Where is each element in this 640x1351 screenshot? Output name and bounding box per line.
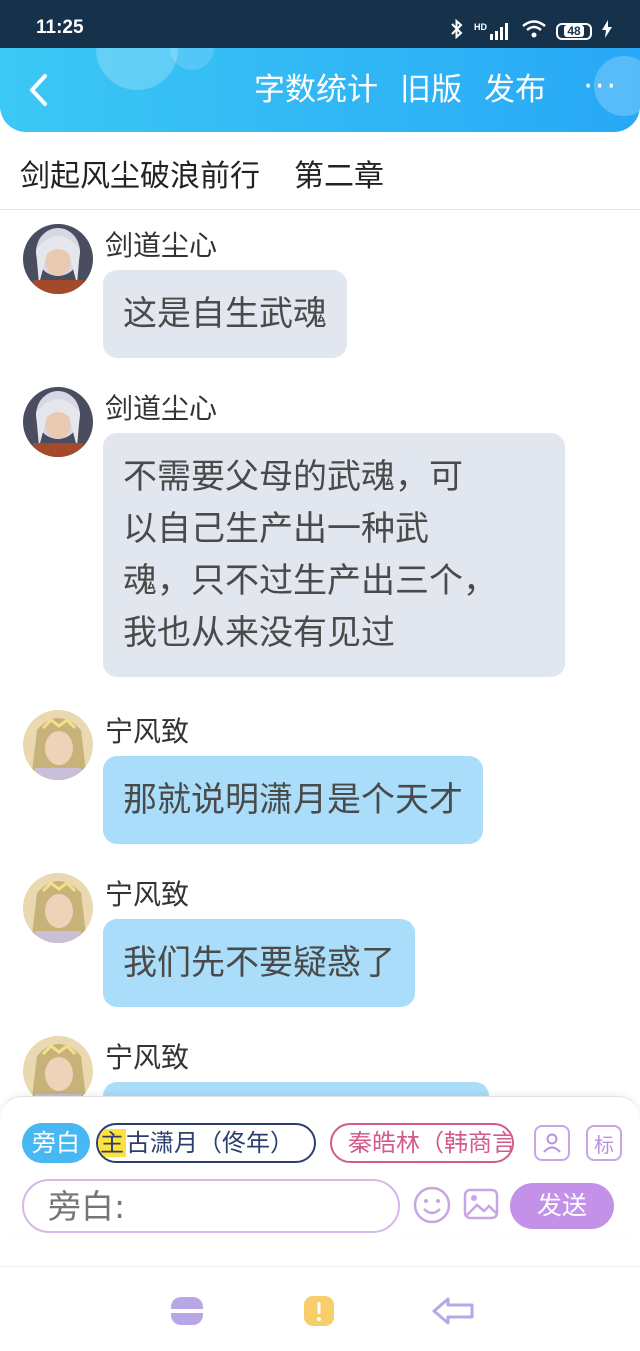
sender-name: 宁风致	[105, 878, 190, 911]
word-count-button[interactable]: 字数统计	[254, 70, 378, 110]
main-role-name: 古潇月（佟年）	[126, 1129, 294, 1157]
menu-icon[interactable]	[169, 1293, 205, 1329]
crowned-avatar-icon	[23, 873, 93, 943]
compose-panel: 旁白 主古潇月（佟年） 秦皓林（韩商言） 标 发送	[0, 1096, 640, 1236]
sender-name: 宁风致	[105, 1041, 190, 1074]
header-actions: 字数统计 旧版 发布	[254, 70, 546, 110]
silver-haired-avatar-icon	[23, 224, 93, 294]
avatar[interactable]	[23, 873, 93, 943]
avatar[interactable]	[23, 1036, 93, 1096]
other-role-chip[interactable]: 秦皓林（韩商言）	[330, 1123, 514, 1163]
sender-name: 剑道尘心	[105, 229, 218, 262]
avatar[interactable]	[23, 387, 93, 457]
alert-icon[interactable]	[301, 1293, 337, 1329]
message-bubble[interactable]: 不需要父母的武魂，可 以自己生产出一种武 魂，只不过生产出三个， 我也从来没有见…	[103, 433, 565, 677]
message-bubble[interactable]	[103, 1082, 489, 1096]
silver-haired-avatar-icon	[23, 387, 93, 457]
book-title: 剑起风尘破浪前行	[20, 159, 260, 194]
message-bubble[interactable]: 那就说明潇月是个天才	[103, 756, 483, 844]
bluetooth-icon	[450, 18, 464, 43]
chat-list[interactable]: 剑道尘心 这是自生武魂 剑道尘心 不需要父母的武魂，可 以自己生产出一种武 魂，…	[0, 211, 640, 1096]
chevron-left-icon	[30, 74, 47, 106]
message-bubble[interactable]: 这是自生武魂	[103, 270, 347, 358]
signal-icon: HD	[474, 22, 512, 40]
publish-button[interactable]: 发布	[484, 70, 546, 110]
sender-name: 宁风致	[105, 715, 190, 748]
sender-name: 剑道尘心	[105, 392, 218, 425]
emoji-icon[interactable]	[412, 1185, 452, 1225]
status-time: 11:25	[36, 17, 84, 38]
title-bar: 剑起风尘破浪前行 第二章	[0, 132, 640, 210]
wifi-icon	[522, 20, 546, 42]
main-role-chip[interactable]: 主古潇月（佟年）	[96, 1123, 316, 1163]
status-icons: HD 48	[450, 18, 612, 43]
chapter-title[interactable]: 第二章	[294, 159, 384, 194]
status-bar: 11:25 HD 48	[0, 0, 640, 48]
old-version-button[interactable]: 旧版	[400, 70, 462, 110]
crowned-avatar-icon	[23, 710, 93, 780]
book-title-row: 剑起风尘破浪前行 第二章	[20, 151, 384, 195]
back-button[interactable]	[18, 70, 58, 110]
send-button[interactable]: 发送	[510, 1183, 614, 1229]
decorative-bubble	[170, 48, 214, 70]
avatar[interactable]	[23, 710, 93, 780]
other-role-name: 秦皓林（韩商言）	[348, 1129, 514, 1157]
charging-icon	[602, 20, 612, 42]
bottom-nav	[0, 1266, 640, 1351]
role-selector: 旁白 主古潇月（佟年） 秦皓林（韩商言）	[22, 1121, 622, 1165]
narration-chip[interactable]: 旁白	[22, 1123, 90, 1163]
main-role-tag: 主	[98, 1129, 126, 1157]
battery-icon: 48	[556, 22, 592, 40]
message-bubble[interactable]: 我们先不要疑惑了	[103, 919, 415, 1007]
crowned-avatar-icon	[23, 1036, 93, 1096]
header: 字数统计 旧版 发布 ···	[0, 48, 640, 132]
character-icon[interactable]	[534, 1125, 570, 1161]
decorative-bubble	[96, 48, 178, 90]
input-row: 发送	[22, 1179, 622, 1233]
image-icon[interactable]	[462, 1185, 500, 1223]
message-input[interactable]	[22, 1179, 400, 1233]
signal-label: HD	[474, 22, 487, 32]
battery-level: 48	[564, 25, 584, 37]
tag-icon[interactable]: 标	[586, 1125, 622, 1161]
back-arrow-icon[interactable]	[432, 1293, 476, 1329]
avatar[interactable]	[23, 224, 93, 294]
more-options-button[interactable]: ···	[583, 72, 618, 102]
